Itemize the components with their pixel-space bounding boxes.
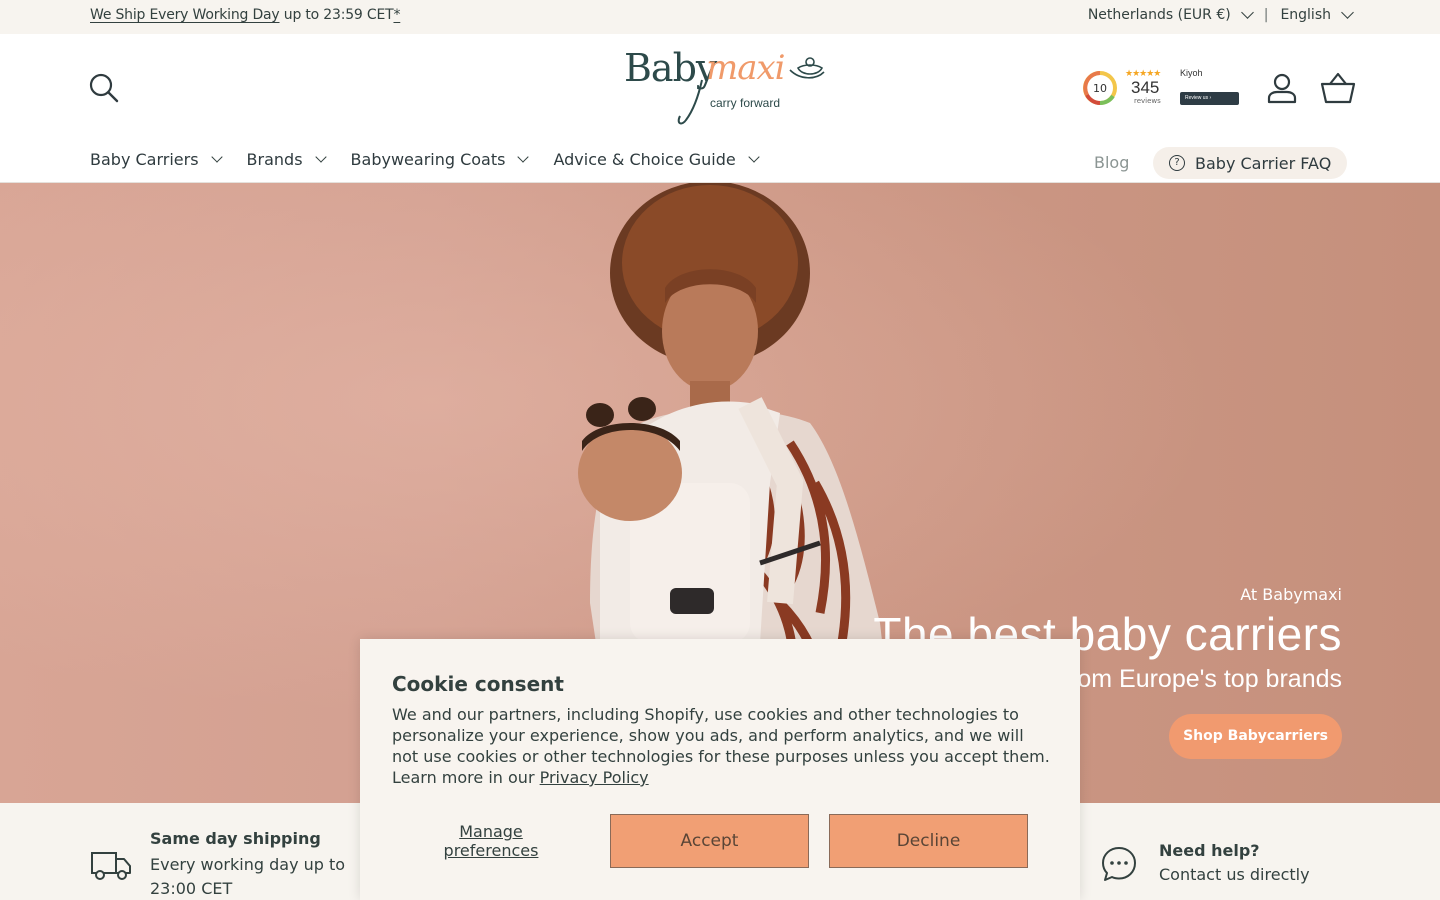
usp-help-text[interactable]: Contact us directly (1159, 865, 1310, 884)
nav-item-label: Babywearing Coats (350, 150, 506, 169)
review-count: 345 (1131, 78, 1160, 97)
logo-text-maxi: maxi (706, 48, 786, 88)
hero-subtitle: from Europe's top brands (1062, 665, 1342, 693)
cookie-body-text: We and our partners, including Shopify, … (392, 705, 1050, 787)
nav-item-label: Brands (246, 150, 303, 169)
truck-icon (91, 852, 131, 880)
logo-tagline: carry forward (710, 96, 781, 110)
cookie-consent-dialog: Cookie consent We and our partners, incl… (360, 639, 1080, 900)
account-button[interactable] (1266, 72, 1298, 104)
question-icon: ? (1169, 155, 1185, 171)
search-button[interactable] (88, 72, 120, 104)
usp-shipping-title: Same day shipping (150, 829, 321, 848)
announcement-bar: We Ship Every Working Day up to 23:59 CE… (0, 0, 1440, 34)
chat-icon (1102, 847, 1136, 881)
chevron-down-icon (1240, 6, 1254, 19)
chevron-down-icon (210, 151, 223, 163)
hero-eyebrow: At Babymaxi (1240, 585, 1342, 604)
country-selector[interactable]: Netherlands (EUR €) (1087, 6, 1254, 23)
decline-button[interactable]: Decline (829, 814, 1028, 868)
review-score: 10 (1093, 82, 1107, 95)
language-label: English (1280, 7, 1331, 23)
site-logo[interactable]: Baby maxi carry forward (622, 46, 828, 128)
site-header: Baby maxi carry forward 10 ★★★★★ 345 rev… (0, 34, 1440, 183)
shipping-notice: We Ship Every Working Day up to 23:59 CE… (90, 7, 400, 23)
privacy-policy-link[interactable]: Privacy Policy (540, 768, 649, 787)
cart-button[interactable] (1320, 72, 1356, 104)
chevron-down-icon (517, 151, 530, 163)
cart-icon (1320, 72, 1356, 104)
chevron-down-icon (314, 151, 327, 163)
nav-item-baby-carriers[interactable]: Baby Carriers (90, 150, 223, 169)
review-provider: Kiyoh (1180, 68, 1203, 78)
nav-item-babywearing-coats[interactable]: Babywearing Coats (350, 150, 530, 169)
account-icon (1267, 73, 1297, 104)
manage-preferences-link[interactable]: Manage preferences (412, 822, 570, 860)
shipping-asterisk-link[interactable]: * (393, 7, 400, 23)
nav-item-label: Baby Carriers (90, 150, 199, 169)
review-us-button[interactable]: Review us › (1180, 92, 1239, 105)
cookie-title: Cookie consent (392, 672, 564, 696)
shipping-notice-text: up to 23:59 CET (283, 7, 394, 23)
chevron-down-icon (748, 151, 760, 163)
locale-separator: | (1263, 7, 1269, 23)
cookie-body: We and our partners, including Shopify, … (392, 704, 1052, 788)
logo-tail (677, 79, 703, 125)
faq-label: Baby Carrier FAQ (1195, 153, 1332, 173)
shop-babycarriers-button[interactable]: Shop Babycarriers (1169, 714, 1342, 759)
language-selector[interactable]: English (1280, 6, 1354, 23)
nav-item-advice-guide[interactable]: Advice & Choice Guide (553, 150, 760, 169)
accept-button[interactable]: Accept (610, 814, 809, 868)
review-us-label: Review us (1185, 95, 1209, 101)
nav-item-brands[interactable]: Brands (246, 150, 327, 169)
search-icon (89, 73, 119, 103)
main-nav: Baby Carriers Brands Babywearing Coats A… (90, 150, 760, 169)
country-label: Netherlands (EUR €) (1087, 7, 1231, 23)
usp-help-title: Need help? (1159, 841, 1260, 860)
nav-item-label: Advice & Choice Guide (553, 150, 736, 169)
chevron-down-icon (1341, 6, 1354, 19)
kiyoh-reviews-widget[interactable]: 10 ★★★★★ 345 reviews Kiyoh Review us › (1082, 68, 1242, 108)
rocking-horse-icon (789, 57, 825, 79)
baby-carrier-faq-button[interactable]: ? Baby Carrier FAQ (1153, 147, 1348, 179)
nav-blog-link[interactable]: Blog (1094, 153, 1129, 172)
review-count-label: reviews (1134, 97, 1161, 105)
shipping-link[interactable]: We Ship Every Working Day (90, 7, 280, 23)
locale-selectors: Netherlands (EUR €) | English (1087, 6, 1354, 23)
usp-shipping-text: Every working day up to 23:00 CET (150, 855, 346, 898)
